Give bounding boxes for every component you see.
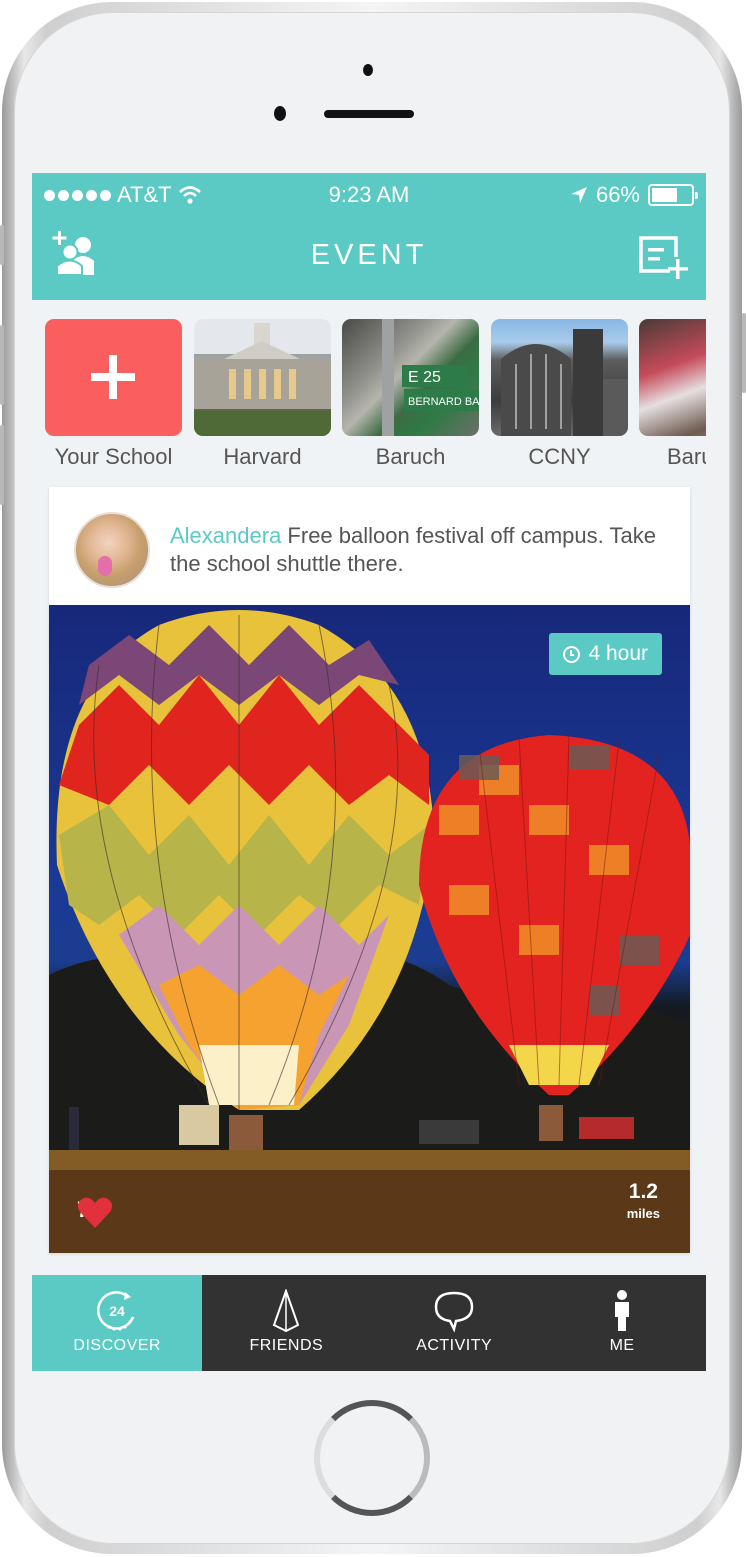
- post-header: Alexandera Free balloon festival off cam…: [49, 487, 690, 605]
- tab-label: ACTIVITY: [416, 1337, 493, 1354]
- top-bar: AT&T 9:23 AM 66% EVENT: [32, 173, 706, 300]
- tab-label: FRIENDS: [249, 1337, 324, 1354]
- proximity-sensor: [274, 106, 286, 121]
- volume-down-button: [0, 425, 4, 505]
- time-remaining-badge: 4 hour: [549, 633, 662, 675]
- tab-label: DISCOVER: [73, 1337, 161, 1354]
- school-label: Your School: [54, 444, 173, 469]
- power-button: [742, 313, 746, 393]
- tab-friends[interactable]: FRIENDS: [202, 1275, 370, 1371]
- school-thumbnail[interactable]: [491, 319, 628, 436]
- school-label: Baru: [667, 444, 706, 469]
- page-title: EVENT: [310, 239, 428, 271]
- friends-pyramid-icon: [273, 1289, 300, 1333]
- school-label: Baruch: [375, 444, 446, 469]
- tab-label: ME: [609, 1337, 635, 1354]
- battery-icon: [648, 184, 698, 206]
- bottom-tab-bar: 24 DISCOVER FRIENDS ACTIVITY ME: [32, 1275, 706, 1371]
- svg-text:E 25: E 25: [408, 369, 441, 386]
- avatar[interactable]: [74, 512, 150, 588]
- tab-discover[interactable]: 24 DISCOVER: [32, 1275, 203, 1371]
- school-thumbnail[interactable]: [639, 319, 706, 436]
- volume-up-button: [0, 325, 4, 405]
- time-remaining-label: 4 hour: [588, 642, 648, 665]
- distance-unit: miles: [626, 1206, 660, 1221]
- person-icon: [615, 1290, 630, 1331]
- location-arrow-icon: [570, 187, 587, 203]
- heart-icon[interactable]: [77, 1197, 113, 1229]
- school-label: CCNY: [528, 444, 591, 469]
- post-author-link[interactable]: Alexandera: [170, 523, 281, 548]
- app-screen: AT&T 9:23 AM 66% EVENT Your School Harva…: [32, 173, 706, 1373]
- post-caption: Alexandera Free balloon festival off cam…: [170, 522, 670, 578]
- school-label: Harvard: [223, 444, 302, 469]
- school-item-baruch-2[interactable]: Baru: [639, 319, 706, 470]
- school-item-baruch[interactable]: E 25 BERNARD BAR Baruch: [342, 319, 479, 470]
- post-card[interactable]: Alexandera Free balloon festival off cam…: [49, 487, 690, 1253]
- school-thumbnail[interactable]: [194, 319, 331, 436]
- discover-24-icon: 24: [97, 1291, 135, 1331]
- battery-percent: 66%: [595, 182, 640, 207]
- front-camera: [363, 64, 373, 76]
- balloon-festival-image: [49, 610, 690, 1253]
- status-bar: AT&T 9:23 AM 66%: [32, 173, 706, 215]
- post-photo[interactable]: 4 hour 7 1.2 miles: [49, 605, 690, 1253]
- home-button[interactable]: [314, 1400, 430, 1516]
- distance-value: 1.2: [628, 1180, 658, 1203]
- tab-me[interactable]: ME: [538, 1275, 706, 1371]
- speech-bubble-icon: [434, 1291, 474, 1333]
- mute-switch: [0, 225, 4, 265]
- tab-activity[interactable]: ACTIVITY: [370, 1275, 538, 1371]
- school-thumbnail[interactable]: E 25 BERNARD BAR: [342, 319, 479, 436]
- clock-icon: [563, 645, 581, 663]
- street-sign-image: E 25 BERNARD BAR: [382, 319, 479, 436]
- new-post-icon[interactable]: [638, 235, 688, 281]
- schools-carousel: Your School Harvard E 25 BERNARD BA Baru…: [32, 319, 706, 479]
- earpiece-speaker: [324, 110, 414, 118]
- like-control[interactable]: 7: [77, 1197, 113, 1228]
- school-item-harvard[interactable]: Harvard: [194, 319, 331, 470]
- ccny-building-image: [501, 329, 628, 436]
- svg-text:BERNARD BAR: BERNARD BAR: [408, 396, 479, 408]
- add-school-tile[interactable]: [45, 319, 182, 436]
- school-item-ccny[interactable]: CCNY: [491, 319, 628, 470]
- distance-indicator: 1.2 miles: [627, 1180, 660, 1221]
- school-item-your-school[interactable]: Your School: [45, 319, 182, 470]
- svg-text:24: 24: [109, 1303, 125, 1319]
- harvard-building-image: [194, 323, 331, 436]
